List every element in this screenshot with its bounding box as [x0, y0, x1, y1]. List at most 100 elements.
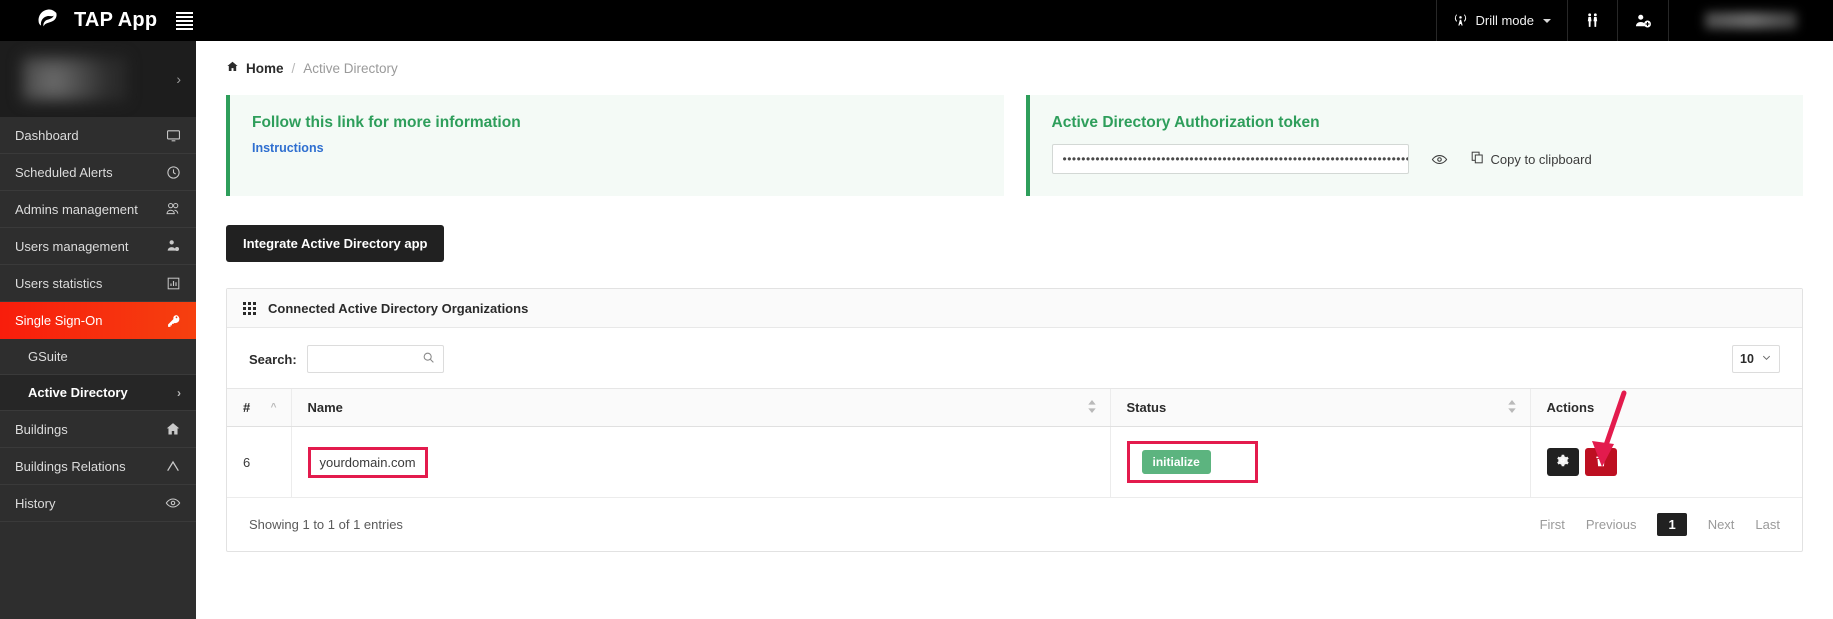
sidebar-item-admins-management[interactable]: Admins management [0, 191, 196, 228]
search-input[interactable] [315, 352, 422, 366]
breadcrumb-home-label: Home [246, 60, 284, 76]
column-header-actions: Actions [1529, 388, 1802, 427]
main-content: Home / Active Directory Follow this link… [196, 41, 1833, 619]
table-toolbar: Search: 10 [227, 328, 1802, 388]
sort-ascending-icon: ^ [270, 401, 277, 413]
sidebar-item-label: History [15, 495, 56, 511]
table-body: 6 yourdomain.com initialize [227, 426, 1802, 498]
cell-status: initialize [1109, 426, 1530, 498]
app-root: TAP App Drill mode › Dashboard Scheduled… [0, 0, 1833, 619]
sidebar-item-label: Admins management [15, 201, 138, 217]
token-panel: Active Directory Authorization token •••… [1025, 95, 1803, 196]
brand[interactable]: TAP App [0, 7, 230, 34]
top-navigation-bar: TAP App Drill mode [0, 0, 1833, 41]
add-user-button[interactable] [1617, 0, 1668, 41]
drill-mode-dropdown[interactable]: Drill mode [1436, 0, 1567, 41]
hamburger-menu-icon[interactable] [176, 11, 194, 30]
profile-section[interactable]: › [0, 41, 196, 117]
sidebar-item-dashboard[interactable]: Dashboard [0, 117, 196, 154]
cell-name: yourdomain.com [290, 426, 1110, 498]
table-info: Showing 1 to 1 of 1 entries [249, 517, 403, 532]
body: › Dashboard Scheduled Alerts Admins mana… [0, 41, 1833, 619]
drill-mode-label: Drill mode [1475, 13, 1534, 28]
people-button[interactable] [1567, 0, 1617, 41]
column-label: Status [1126, 400, 1167, 415]
column-label: Name [307, 400, 343, 415]
page-length-value: 10 [1740, 352, 1754, 366]
eye-icon [165, 495, 181, 511]
table-footer: Showing 1 to 1 of 1 entries First Previo… [227, 498, 1802, 551]
page-length-select[interactable]: 10 [1732, 345, 1780, 373]
status-annotation-box: initialize [1126, 441, 1258, 483]
admins-icon [165, 201, 181, 217]
clock-icon [166, 165, 181, 180]
info-panels: Follow this link for more information In… [196, 95, 1833, 196]
table-row[interactable]: 6 yourdomain.com initialize [227, 426, 1802, 498]
sidebar-subitem-label: Active Directory [28, 385, 128, 400]
pagination-first[interactable]: First [1540, 517, 1565, 532]
integrate-active-directory-button[interactable]: Integrate Active Directory app [226, 225, 445, 262]
sidebar-item-users-management[interactable]: Users management [0, 228, 196, 265]
breadcrumb-current: Active Directory [303, 60, 398, 76]
sidebar-item-gsuite[interactable]: GSuite [0, 339, 196, 375]
monitor-icon [166, 128, 181, 143]
column-header-status[interactable]: Status [1109, 388, 1530, 427]
broadcast-tower-icon [1453, 13, 1468, 28]
sidebar-item-single-sign-on[interactable]: Single Sign-On [0, 302, 196, 339]
organization-name: yourdomain.com [319, 454, 416, 470]
user-gear-icon [165, 238, 181, 254]
column-header-number[interactable]: # ^ [227, 388, 291, 427]
cell-number: 6 [227, 426, 291, 498]
add-user-icon [1634, 12, 1652, 30]
pagination: First Previous 1 Next Last [1540, 513, 1780, 536]
sidebar-item-label: Users management [15, 238, 129, 254]
row-actions [1546, 448, 1787, 476]
copy-to-clipboard-button[interactable]: Copy to clipboard [1470, 150, 1592, 168]
brand-name: TAP App [74, 9, 158, 31]
swirl-logo-icon [36, 7, 63, 34]
column-label: Actions [1546, 400, 1595, 415]
sidebar-item-label: Buildings [15, 421, 68, 437]
relations-icon [165, 458, 181, 474]
status-badge: initialize [1141, 450, 1211, 474]
sidebar-item-buildings-relations[interactable]: Buildings Relations [0, 448, 196, 485]
info-panel-title: Follow this link for more information [252, 114, 521, 131]
token-input[interactable]: ••••••••••••••••••••••••••••••••••••••••… [1051, 144, 1409, 174]
instructions-link[interactable]: Instructions [252, 141, 324, 155]
copy-icon [1470, 150, 1485, 168]
copy-to-clipboard-label: Copy to clipboard [1490, 151, 1592, 167]
sort-icon [1087, 399, 1096, 416]
pagination-previous[interactable]: Previous [1586, 517, 1637, 532]
sort-icon [1507, 399, 1516, 416]
pagination-last[interactable]: Last [1755, 517, 1780, 532]
breadcrumb-home[interactable]: Home [226, 60, 284, 76]
sidebar-item-buildings[interactable]: Buildings [0, 411, 196, 448]
column-header-name[interactable]: Name [290, 388, 1110, 427]
pagination-next[interactable]: Next [1708, 517, 1735, 532]
delete-button[interactable] [1584, 448, 1617, 476]
name-annotation-box: yourdomain.com [307, 446, 428, 478]
search-box[interactable] [306, 345, 444, 373]
grid-icon [243, 301, 256, 315]
chevron-down-icon [1543, 18, 1551, 23]
search-label: Search: [249, 351, 297, 367]
sidebar-item-label: Dashboard [15, 127, 79, 143]
home-icon [165, 421, 181, 437]
sidebar-item-scheduled-alerts[interactable]: Scheduled Alerts [0, 154, 196, 191]
home-icon [226, 60, 239, 76]
sidebar-item-users-statistics[interactable]: Users statistics [0, 265, 196, 302]
card-header: Connected Active Directory Organizations [227, 289, 1802, 328]
token-panel-title: Active Directory Authorization token [1051, 114, 1320, 131]
sidebar-item-active-directory[interactable]: Active Directory › [0, 375, 196, 411]
sidebar-item-history[interactable]: History [0, 485, 196, 522]
sidebar-item-label: Users statistics [15, 275, 103, 291]
settings-button[interactable] [1546, 448, 1579, 476]
eye-icon[interactable] [1431, 151, 1448, 168]
search-icon [422, 351, 435, 367]
bar-chart-icon [166, 276, 181, 291]
pagination-page-1[interactable]: 1 [1657, 513, 1687, 536]
chevron-right-icon: › [176, 71, 181, 87]
user-account-menu[interactable] [1668, 0, 1833, 41]
breadcrumb: Home / Active Directory [196, 41, 1833, 95]
sidebar: › Dashboard Scheduled Alerts Admins mana… [0, 41, 196, 619]
